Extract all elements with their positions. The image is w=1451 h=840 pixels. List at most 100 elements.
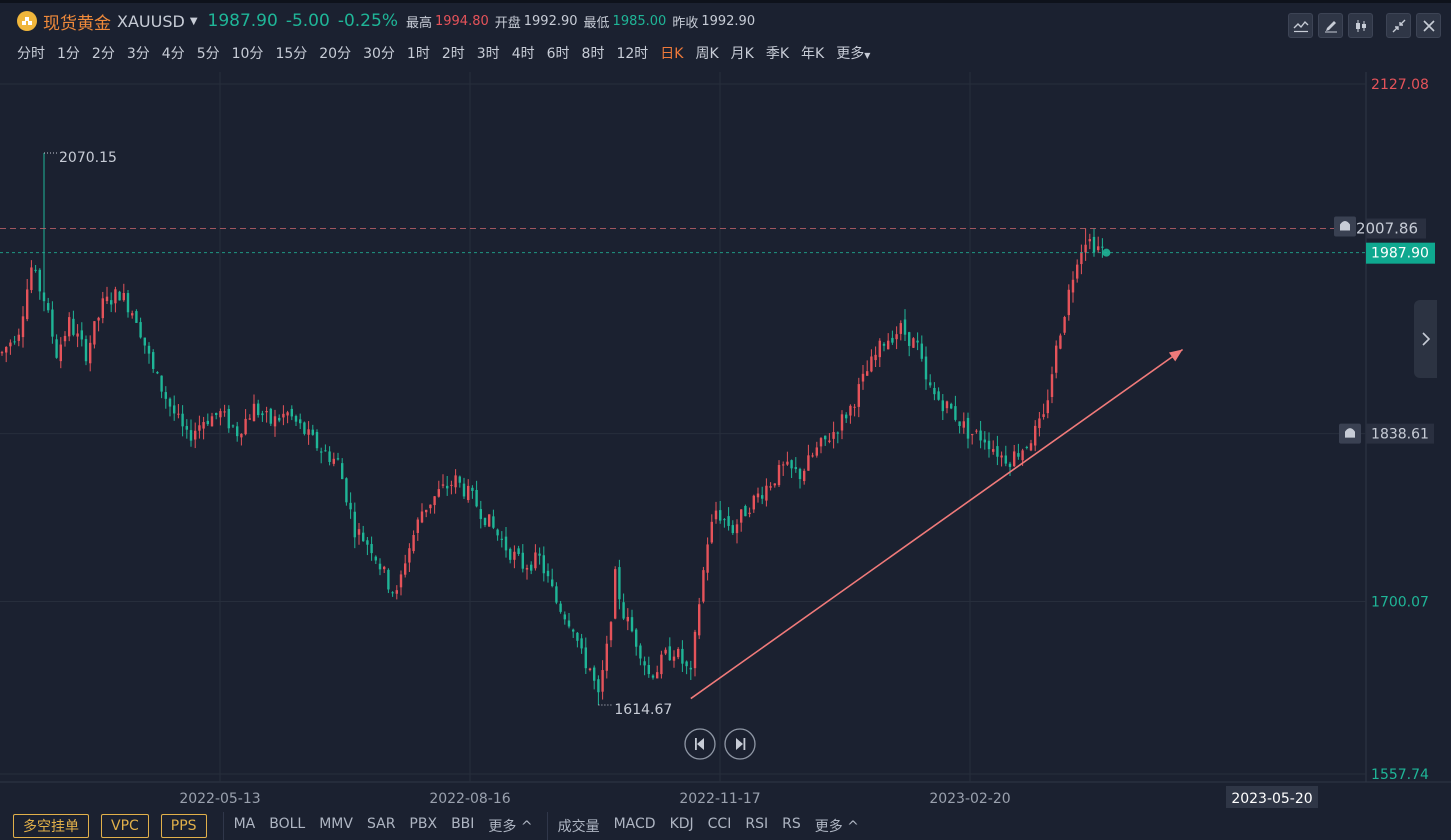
candle-body: [93, 321, 96, 345]
bell-icon[interactable]: [1334, 216, 1356, 237]
order-button[interactable]: 多空挂单: [13, 814, 89, 838]
tab-period[interactable]: 月K: [731, 43, 754, 63]
candle-body: [286, 412, 289, 416]
candle-body: [0, 352, 4, 354]
skip-back-icon[interactable]: [684, 728, 716, 760]
indicator-option[interactable]: CCI: [708, 816, 732, 836]
indicator-option[interactable]: MMV: [319, 816, 353, 836]
collapse-arrows-icon[interactable]: [1386, 13, 1411, 38]
candle-body: [819, 438, 823, 447]
candle-body: [383, 566, 386, 570]
candle-body: [962, 421, 965, 428]
tab-period[interactable]: 2时: [442, 43, 465, 63]
tab-period[interactable]: 6时: [547, 43, 570, 63]
candle-body: [311, 429, 314, 435]
indicator-option[interactable]: 更多 ^: [488, 816, 532, 836]
chart-canvas[interactable]: 2007.86 1987.90 2127.08 1838.61 1700.07 1557.…: [0, 72, 1451, 812]
tab-period[interactable]: 年K: [801, 43, 824, 63]
tab-period[interactable]: 5分: [197, 43, 220, 63]
tab-period[interactable]: 15分: [275, 43, 307, 63]
candlestick-chart[interactable]: 2007.86 1987.90 2127.08 1838.61 1700.07 1557.…: [0, 72, 1451, 812]
tab-period[interactable]: 20分: [319, 43, 351, 63]
y-axis-label: 1700.07: [1371, 595, 1429, 611]
candle-body: [597, 679, 600, 693]
candle-body: [231, 425, 235, 427]
tab-period[interactable]: 3时: [477, 43, 500, 63]
draw-pencil-icon[interactable]: [1318, 13, 1343, 38]
tab-period[interactable]: 日K: [660, 43, 683, 63]
indicator-option[interactable]: PBX: [409, 816, 437, 836]
candle-body: [210, 416, 214, 427]
indicator-option[interactable]: BOLL: [269, 816, 305, 836]
tab-period[interactable]: 30分: [363, 43, 395, 63]
tab-period[interactable]: 周K: [695, 43, 718, 63]
tab-period[interactable]: 更多▼: [836, 43, 870, 63]
candle-body: [303, 422, 306, 434]
main-indicators: MA BOLL MMV SAR PBX BBI 更多 ^: [234, 816, 547, 836]
candle-body: [668, 646, 671, 661]
indicator-option[interactable]: KDJ: [670, 816, 694, 836]
candle-body: [219, 411, 222, 418]
indicator-option[interactable]: 成交量: [558, 816, 600, 836]
candle-body: [504, 536, 508, 551]
indicator-option[interactable]: MACD: [614, 816, 656, 836]
tab-period[interactable]: 1分: [57, 43, 80, 63]
candle-body: [240, 433, 243, 438]
candle-body: [139, 322, 142, 338]
side-panel-toggle[interactable]: [1414, 300, 1437, 378]
candle-body: [517, 548, 520, 555]
indicator-option[interactable]: RSI: [745, 816, 768, 836]
candle-body: [538, 553, 541, 556]
candle-body: [933, 387, 936, 395]
candle-body: [975, 430, 978, 432]
order-button[interactable]: VPC: [101, 814, 149, 838]
candle-body: [408, 548, 411, 563]
candle-body: [5, 346, 8, 353]
candle-body: [320, 451, 323, 453]
candle-body: [391, 592, 394, 594]
candle-body: [412, 534, 415, 552]
indicator-option[interactable]: RS: [782, 816, 801, 836]
tab-period[interactable]: 2分: [92, 43, 115, 63]
order-button[interactable]: PPS: [160, 814, 207, 838]
tab-period[interactable]: 4时: [512, 43, 535, 63]
candle-body: [811, 455, 814, 457]
candle-body: [1071, 279, 1075, 293]
tab-period[interactable]: 分时: [17, 43, 45, 63]
instrument-name[interactable]: 现货黄金: [43, 9, 111, 34]
trend-arrow-head: [1168, 349, 1183, 362]
tab-period[interactable]: 3分: [127, 43, 150, 63]
skip-forward-icon[interactable]: [724, 728, 756, 760]
chevron-down-icon: ▼: [864, 51, 871, 60]
trend-arrow-line: [690, 348, 1184, 700]
candlestick-icon[interactable]: [1348, 13, 1373, 38]
candle-body: [198, 425, 201, 431]
chevron-down-icon[interactable]: ▼: [190, 16, 198, 27]
close-icon[interactable]: [1416, 13, 1441, 38]
tab-period[interactable]: 1时: [407, 43, 430, 63]
candle-body: [559, 603, 562, 612]
candle-body: [122, 292, 125, 301]
indicator-option[interactable]: 更多 ^: [815, 816, 859, 836]
gold-coin-icon: [17, 11, 37, 31]
bell-icon[interactable]: [1339, 423, 1361, 444]
candle-body: [525, 567, 529, 570]
indicator-option[interactable]: BBI: [451, 816, 474, 836]
tab-period[interactable]: 12时: [616, 43, 648, 63]
candle-body: [135, 311, 138, 323]
candle-body: [395, 590, 398, 594]
instrument-code[interactable]: XAUUSD: [117, 12, 185, 31]
indicator-option[interactable]: SAR: [367, 816, 395, 836]
tab-period[interactable]: 4分: [162, 43, 185, 63]
tab-period[interactable]: 季K: [766, 43, 789, 63]
tab-period[interactable]: 8时: [582, 43, 605, 63]
indicator-icon[interactable]: [1288, 13, 1313, 38]
candle-body: [164, 392, 167, 399]
candle-body: [735, 524, 739, 534]
indicator-bar: 多空挂单 VPC PPS MA BOLL MMV SAR PBX BBI 更多 ^ 成交量 MAC…: [0, 812, 1451, 840]
tab-period[interactable]: 10分: [232, 43, 264, 63]
indicator-option[interactable]: MA: [234, 816, 256, 836]
candle-body: [1008, 463, 1012, 467]
candle-body: [63, 335, 67, 342]
candle-body: [370, 544, 373, 554]
